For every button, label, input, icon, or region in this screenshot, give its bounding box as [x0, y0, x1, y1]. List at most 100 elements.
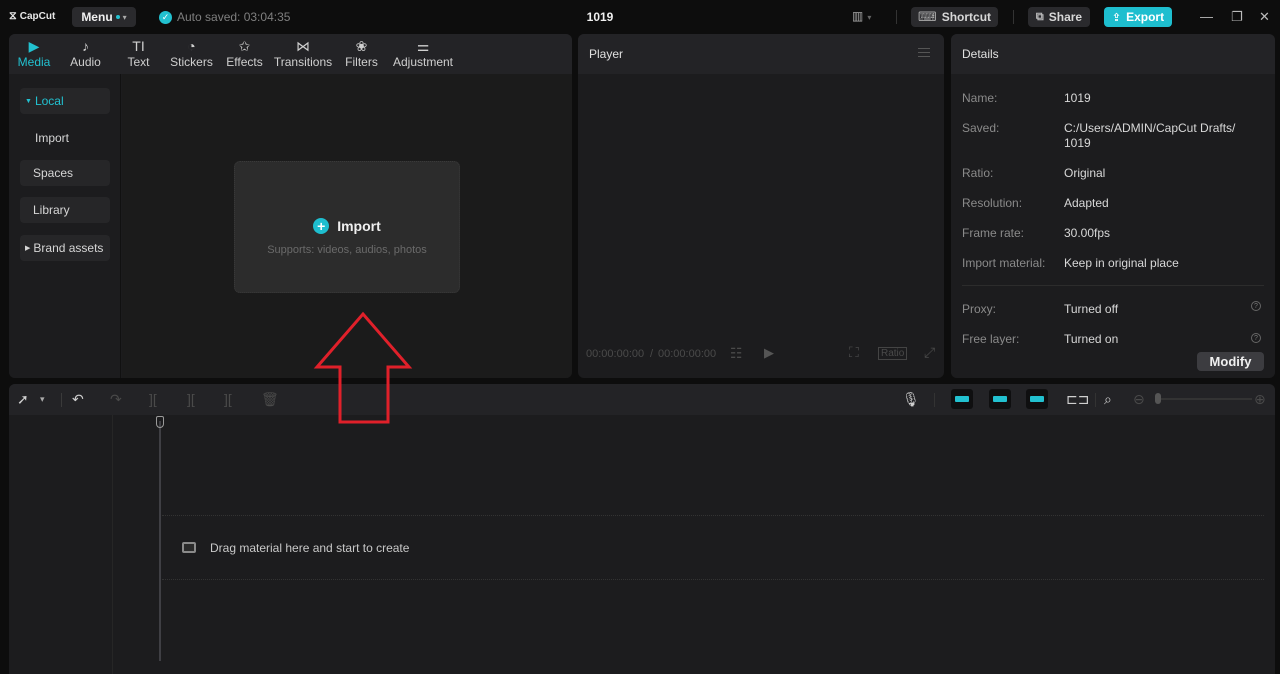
timeline-drop-zone[interactable]: Drag material here and start to create [162, 515, 1264, 580]
layout-button[interactable]: ▥ ▾ [852, 9, 871, 23]
import-label: Import [337, 218, 381, 234]
tab-label: Audio [70, 55, 101, 69]
split-icon[interactable]: ][ [149, 391, 157, 407]
detail-label: Proxy: [962, 302, 997, 316]
detail-label: Resolution: [962, 196, 1023, 210]
undo-icon[interactable]: ↶ [72, 391, 84, 408]
chevron-down-icon[interactable]: ▾ [40, 394, 45, 405]
zoom-out-icon[interactable]: ⊖ [1133, 391, 1145, 408]
media-icon: ▶ [28, 37, 40, 54]
detail-row-name: Name: 1019 [962, 91, 1262, 106]
menu-icon[interactable] [918, 48, 930, 60]
close-button[interactable]: ✕ [1259, 9, 1270, 25]
tab-label: Media [17, 55, 51, 69]
playhead-handle[interactable] [156, 416, 164, 428]
project-title: 1019 [586, 10, 614, 24]
tab-label: Text [127, 55, 150, 69]
notification-dot [115, 15, 120, 19]
details-title: Details [962, 47, 999, 61]
tab-text[interactable]: TI Text [112, 34, 165, 74]
waveform-icon[interactable]: ☷ [730, 345, 743, 362]
player-controls: 00:00:00:00 / 00:00:00:00 ☷ ▶ ⛶ Ratio ⤢ [578, 339, 944, 369]
fit-view-icon[interactable]: ⛶ [849, 344, 859, 361]
trim-left-icon[interactable]: ][ [187, 391, 195, 407]
adjustment-icon: ⚌ [416, 37, 430, 54]
tab-label: Filters [345, 55, 378, 69]
modify-button[interactable]: Modify [1197, 352, 1264, 371]
timeline-toolbar: ➚ ▾ ↶ ↷ ][ ][ ][ 🗑 🎙 ⊏⊐ ⌕ ⊖ ⊕ [9, 384, 1275, 415]
play-icon[interactable]: ▶ [764, 345, 774, 361]
detail-row-ratio: Ratio: Original [962, 166, 1262, 181]
player-panel: Player 00:00:00:00 / 00:00:00:00 ☷ ▶ ⛶ R… [578, 34, 944, 378]
playhead-line[interactable] [159, 421, 161, 661]
layout-icon: ▥ [852, 9, 864, 23]
effects-icon: ✩ [238, 37, 251, 54]
detail-label: Ratio: [962, 166, 994, 180]
tab-stickers[interactable]: ◔ Stickers [165, 34, 218, 74]
delete-icon[interactable]: 🗑 [261, 391, 279, 408]
film-icon [182, 542, 196, 553]
detail-value: Keep in original place [1064, 256, 1179, 270]
detail-label: Frame rate: [962, 226, 1025, 240]
detail-label: Import material: [962, 256, 1046, 270]
sidebar-item-label: Spaces [33, 166, 74, 180]
check-icon: ✓ [159, 10, 172, 24]
menu-label: Menu [81, 10, 113, 24]
drop-hint: Drag material here and start to create [210, 540, 410, 555]
media-sidebar: ▼ Local Import Spaces Library ▶ Brand as… [9, 74, 121, 378]
zoom-slider-handle[interactable] [1155, 393, 1161, 404]
tab-adjustment[interactable]: ⚌ Adjustment [388, 34, 458, 74]
detail-row-import-material: Import material: Keep in original place [962, 256, 1262, 271]
import-button[interactable]: + Import [235, 218, 459, 234]
player-header: Player [578, 34, 944, 74]
export-label: Export [1126, 10, 1165, 24]
menu-button[interactable]: Menu ▾ [72, 7, 136, 27]
current-time: 00:00:00:00 [586, 348, 645, 360]
tab-label: Stickers [170, 55, 213, 69]
detail-value: C:/Users/ADMIN/CapCut Drafts/ 1019 [1064, 121, 1236, 150]
redo-icon[interactable]: ↷ [110, 391, 122, 408]
preview-axis-icon[interactable]: ⊏⊐ [1066, 391, 1089, 408]
help-icon[interactable]: ? [1251, 301, 1261, 311]
restore-button[interactable]: ❐ [1231, 9, 1243, 25]
main-track-magnet-icon[interactable] [951, 389, 973, 409]
audio-icon: ♪ [82, 38, 89, 54]
zoom-to-fit-icon[interactable]: ⌕ [1104, 391, 1112, 408]
divider [896, 10, 897, 24]
autosave-text: Auto saved: 03:04:35 [177, 10, 291, 24]
microphone-icon[interactable]: 🎙 [902, 391, 920, 408]
export-button[interactable]: ⇪ Export [1104, 7, 1172, 27]
tab-effects[interactable]: ✩ Effects [218, 34, 271, 74]
capcut-logo-icon: ⧖ [9, 10, 17, 22]
zoom-in-icon[interactable]: ⊕ [1254, 391, 1266, 408]
media-panel: ▶ Media ♪ Audio TI Text ◔ Stickers ✩ Effects ⋈ Tran… [9, 34, 572, 378]
divider [61, 393, 62, 407]
sidebar-item-spaces[interactable]: Spaces [20, 160, 110, 186]
ratio-button[interactable]: Ratio [878, 347, 908, 360]
sidebar-item-local[interactable]: ▼ Local [20, 88, 110, 114]
linkage-icon[interactable] [1026, 389, 1048, 409]
sidebar-item-library[interactable]: Library [20, 197, 110, 223]
player-title: Player [589, 47, 624, 61]
zoom-slider-track[interactable] [1158, 398, 1252, 400]
import-card[interactable]: + Import Supports: videos, audios, photo… [234, 161, 460, 293]
help-icon[interactable]: ? [1251, 333, 1261, 343]
fullscreen-icon[interactable]: ⤢ [924, 344, 935, 361]
tab-audio[interactable]: ♪ Audio [59, 34, 112, 74]
divider [1095, 393, 1096, 407]
sidebar-item-brand-assets[interactable]: ▶ Brand assets [20, 235, 110, 261]
shortcut-button[interactable]: ⌨ Shortcut [911, 7, 998, 27]
tab-filters[interactable]: ❀ Filters [335, 34, 388, 74]
trim-right-icon[interactable]: ][ [224, 391, 232, 407]
share-label: Share [1048, 10, 1083, 24]
tab-media[interactable]: ▶ Media [9, 34, 59, 74]
tab-label: Adjustment [392, 55, 454, 69]
chevron-down-icon: ▾ [122, 12, 127, 22]
sidebar-item-import[interactable]: Import [20, 125, 110, 151]
select-cursor-icon[interactable]: ➚ [17, 391, 29, 408]
media-area: + Import Supports: videos, audios, photo… [122, 74, 572, 378]
auto-snapping-icon[interactable] [989, 389, 1011, 409]
minimize-button[interactable]: — [1200, 9, 1213, 24]
share-button[interactable]: ⧉ Share [1028, 7, 1090, 27]
tab-transitions[interactable]: ⋈ Transitions [271, 34, 335, 74]
